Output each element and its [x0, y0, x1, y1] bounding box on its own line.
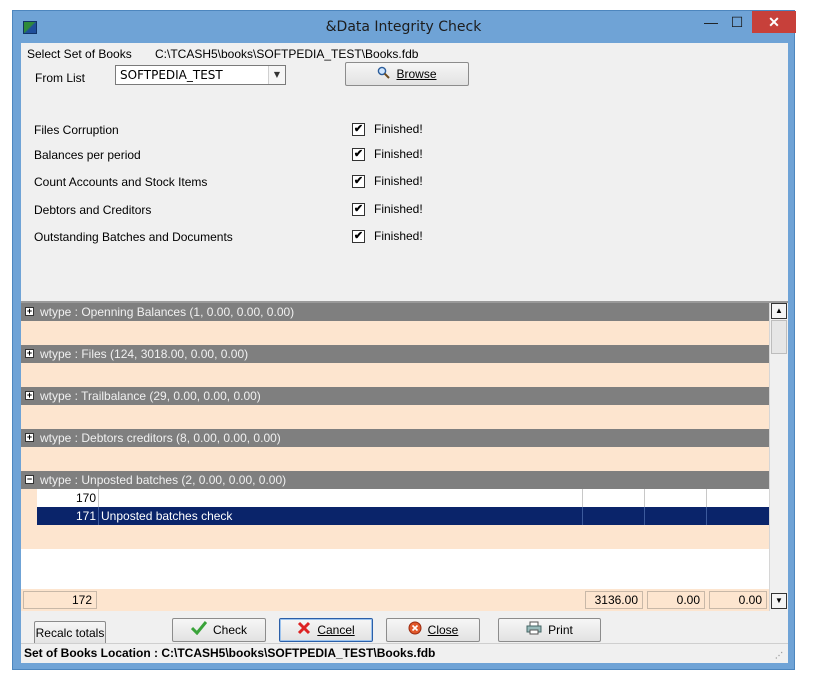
browse-label: Browse — [396, 67, 437, 81]
check-row-files-corruption: Files Corruption ✔ Finished! — [34, 122, 754, 141]
vertical-scrollbar[interactable]: ▲ ▼ — [769, 303, 788, 611]
cancel-label: Cancel — [317, 623, 355, 637]
minimize-button[interactable]: — — [698, 11, 724, 33]
close-circle-icon — [408, 620, 422, 642]
status-bar: Set of Books Location : C:\TCASH5\books\… — [21, 643, 788, 663]
group-label: wtype : Trailbalance (29, 0.00, 0.00, 0.… — [40, 389, 261, 403]
expand-icon[interactable]: + — [25, 433, 34, 442]
grid-footer: 172 3136.00 0.00 0.00 — [21, 589, 769, 611]
expand-icon[interactable]: + — [25, 307, 34, 316]
check-label: Check — [212, 623, 247, 637]
check-name: Debtors and Creditors — [34, 203, 152, 217]
close-button[interactable]: Close — [386, 618, 480, 642]
group-header-unposted-batches[interactable]: − wtype : Unposted batches (2, 0.00, 0.0… — [21, 471, 769, 489]
footer-count: 172 — [23, 591, 97, 609]
close-label: Close — [427, 623, 459, 637]
maximize-button[interactable]: ☐ — [724, 11, 750, 33]
group-body — [21, 321, 769, 345]
check-row-debtors-creditors: Debtors and Creditors ✔ Finished! — [34, 202, 754, 221]
check-checkbox[interactable]: ✔ — [352, 175, 365, 188]
books-select-value: SOFTPEDIA_TEST — [120, 68, 223, 82]
grid-content: + wtype : Openning Balances (1, 0.00, 0.… — [21, 303, 769, 611]
check-status: Finished! — [374, 122, 423, 136]
printer-icon — [526, 620, 542, 642]
check-row-outstanding-batches: Outstanding Batches and Documents ✔ Fini… — [34, 229, 754, 248]
group-label: wtype : Debtors creditors (8, 0.00, 0.00… — [40, 431, 281, 445]
group-label: wtype : Unposted batches (2, 0.00, 0.00,… — [40, 473, 287, 487]
expand-icon[interactable]: + — [25, 349, 34, 358]
row-description: Unposted batches check — [99, 507, 583, 525]
footer-total-3: 0.00 — [709, 591, 767, 609]
check-name: Count Accounts and Stock Items — [34, 175, 208, 189]
check-checkbox[interactable]: ✔ — [352, 148, 365, 161]
close-window-button[interactable]: ✕ — [752, 11, 796, 33]
group-body — [21, 405, 769, 429]
table-row[interactable]: 170 — [21, 489, 769, 507]
scroll-up-icon[interactable]: ▲ — [771, 303, 787, 319]
recalc-totals-button[interactable]: Recalc totals — [34, 621, 106, 645]
integrity-check-window: &Data Integrity Check — ☐ ✕ Select Set o… — [12, 10, 796, 670]
collapse-icon[interactable]: − — [25, 475, 34, 484]
check-status: Finished! — [374, 174, 423, 188]
print-label: Print — [548, 623, 573, 637]
group-body — [21, 363, 769, 387]
group-header-files[interactable]: + wtype : Files (124, 3018.00, 0.00, 0.0… — [21, 345, 769, 363]
browse-button[interactable]: Browse — [345, 62, 469, 86]
check-name: Outstanding Batches and Documents — [34, 230, 233, 244]
from-list-label: From List — [35, 71, 86, 85]
status-path: C:\TCASH5\books\SOFTPEDIA_TEST\Books.fdb — [161, 646, 436, 660]
scroll-thumb[interactable] — [771, 320, 787, 354]
expand-icon[interactable]: + — [25, 391, 34, 400]
group-label: wtype : Openning Balances (1, 0.00, 0.00… — [40, 305, 295, 319]
books-select[interactable]: SOFTPEDIA_TEST ▼ — [115, 65, 286, 85]
group-body — [21, 525, 769, 549]
chevron-down-icon[interactable]: ▼ — [268, 66, 285, 84]
check-status: Finished! — [374, 147, 423, 161]
checkmark-icon — [190, 620, 208, 642]
scroll-down-icon[interactable]: ▼ — [771, 593, 787, 609]
check-checkbox[interactable]: ✔ — [352, 203, 365, 216]
check-checkbox[interactable]: ✔ — [352, 230, 365, 243]
check-row-count-accounts: Count Accounts and Stock Items ✔ Finishe… — [34, 174, 754, 193]
status-label: Set of Books Location : — [24, 646, 162, 660]
title-bar[interactable]: &Data Integrity Check — ☐ ✕ — [13, 11, 796, 43]
row-number: 171 — [37, 507, 99, 525]
recalc-totals-label: Recalc totals — [35, 626, 105, 640]
group-header-trailbalance[interactable]: + wtype : Trailbalance (29, 0.00, 0.00, … — [21, 387, 769, 405]
client-area: Select Set of Books C:\TCASH5\books\SOFT… — [21, 43, 788, 663]
check-name: Balances per period — [34, 148, 141, 162]
select-books-label: Select Set of Books — [27, 47, 132, 61]
cancel-button[interactable]: Cancel — [279, 618, 373, 642]
group-header-debtors-creditors[interactable]: + wtype : Debtors creditors (8, 0.00, 0.… — [21, 429, 769, 447]
check-checkbox[interactable]: ✔ — [352, 123, 365, 136]
row-number: 170 — [37, 489, 99, 507]
check-name: Files Corruption — [34, 123, 119, 137]
window-title: &Data Integrity Check — [325, 19, 482, 35]
group-body — [21, 447, 769, 471]
cancel-x-icon — [297, 620, 311, 642]
row-description — [99, 489, 583, 507]
check-button[interactable]: Check — [172, 618, 266, 642]
footer-total-1: 3136.00 — [585, 591, 643, 609]
results-grid: + wtype : Openning Balances (1, 0.00, 0.… — [21, 301, 788, 611]
check-row-balances-per-period: Balances per period ✔ Finished! — [34, 147, 754, 166]
footer-total-2: 0.00 — [647, 591, 705, 609]
group-label: wtype : Files (124, 3018.00, 0.00, 0.00) — [40, 347, 249, 361]
search-icon — [377, 64, 391, 86]
check-status: Finished! — [374, 229, 423, 243]
resize-grip-icon[interactable]: ⋰ — [775, 651, 785, 661]
table-row-selected[interactable]: 171 Unposted batches check — [21, 507, 769, 525]
check-status: Finished! — [374, 202, 423, 216]
books-path-text: C:\TCASH5\books\SOFTPEDIA_TEST\Books.fdb — [155, 47, 419, 61]
print-button[interactable]: Print — [498, 618, 601, 642]
group-header-openning-balances[interactable]: + wtype : Openning Balances (1, 0.00, 0.… — [21, 303, 769, 321]
